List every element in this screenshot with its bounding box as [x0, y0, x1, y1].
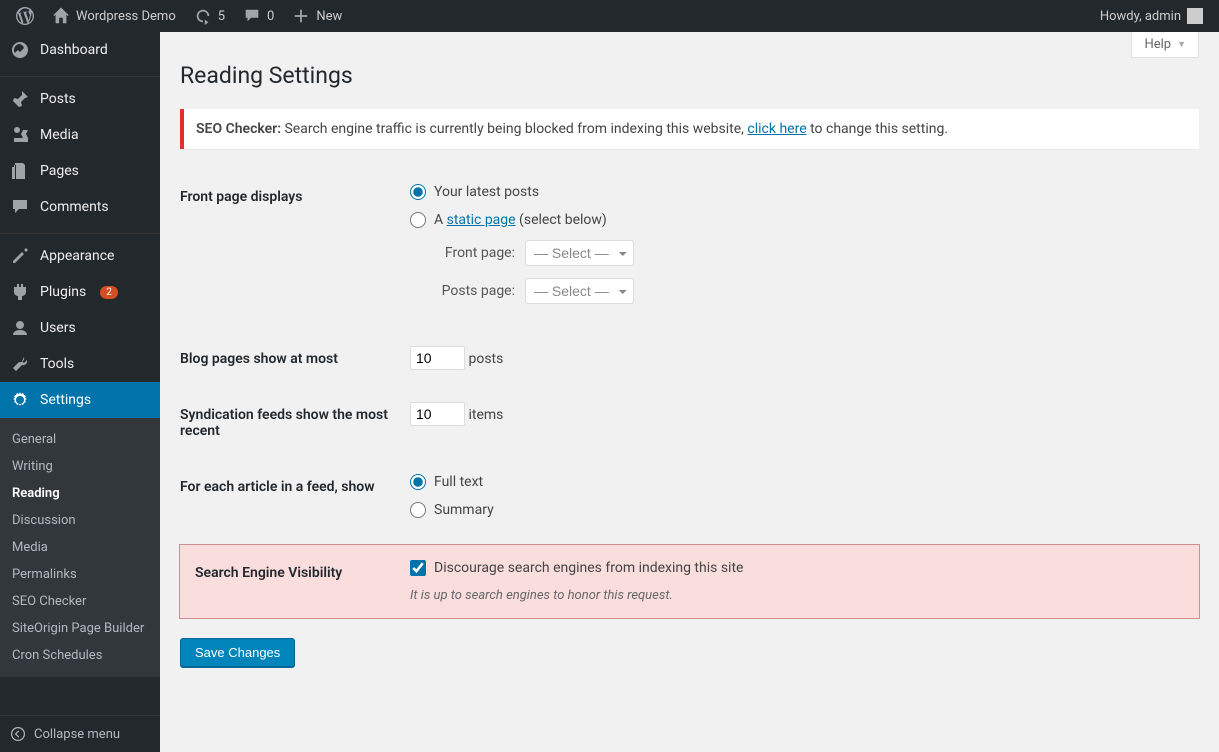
syndication-input[interactable] — [410, 402, 465, 426]
plus-icon — [292, 7, 310, 25]
pages-icon — [10, 161, 30, 181]
save-button[interactable]: Save Changes — [180, 638, 295, 667]
settings-submenu: General Writing Reading Discussion Media… — [0, 418, 160, 677]
settings-icon — [10, 390, 30, 410]
submenu-cron[interactable]: Cron Schedules — [0, 642, 160, 669]
syndication-label: Syndication feeds show the most recent — [180, 387, 400, 459]
submenu-general[interactable]: General — [0, 426, 160, 453]
dashboard-icon — [10, 40, 30, 60]
menu-tools[interactable]: Tools — [0, 346, 160, 382]
front-page-select-label: Front page: — [430, 245, 515, 261]
help-tab[interactable]: Help▼ — [1131, 32, 1199, 58]
submenu-permalinks[interactable]: Permalinks — [0, 561, 160, 588]
menu-media[interactable]: Media — [0, 117, 160, 153]
home-icon — [52, 7, 70, 25]
feed-article-label: For each article in a feed, show — [180, 459, 400, 545]
submenu-reading[interactable]: Reading — [0, 480, 160, 507]
plugins-badge: 2 — [100, 286, 118, 299]
blog-pages-input[interactable] — [410, 346, 465, 370]
menu-dashboard[interactable]: Dashboard — [0, 32, 160, 68]
pin-icon — [10, 89, 30, 109]
content-area: Help▼ Reading Settings SEO Checker: Sear… — [160, 32, 1219, 752]
settings-form: Front page displays Your latest posts A … — [180, 169, 1199, 618]
checkbox-discourage[interactable] — [410, 560, 426, 576]
account-link[interactable]: Howdy, admin — [1092, 0, 1211, 32]
notice-link[interactable]: click here — [747, 121, 806, 137]
blog-pages-label: Blog pages show at most — [180, 331, 400, 387]
menu-plugins[interactable]: Plugins 2 — [0, 274, 160, 310]
menu-appearance[interactable]: Appearance — [0, 238, 160, 274]
discourage-description: It is up to search engines to honor this… — [410, 588, 1189, 603]
page-title: Reading Settings — [180, 42, 1199, 104]
radio-static-page[interactable] — [410, 212, 426, 228]
radio-full-text[interactable] — [410, 474, 426, 490]
menu-settings[interactable]: Settings — [0, 382, 160, 418]
menu-comments[interactable]: Comments — [0, 189, 160, 225]
wp-logo[interactable] — [8, 0, 42, 32]
updates-count: 5 — [218, 9, 225, 24]
comments-count: 0 — [267, 9, 274, 24]
submenu-siteorigin[interactable]: SiteOrigin Page Builder — [0, 615, 160, 642]
plugin-icon — [10, 282, 30, 302]
submenu-discussion[interactable]: Discussion — [0, 507, 160, 534]
updates-link[interactable]: 5 — [186, 0, 233, 32]
submenu-seo-checker[interactable]: SEO Checker — [0, 588, 160, 615]
comment-icon — [10, 197, 30, 217]
radio-latest-posts[interactable] — [410, 184, 426, 200]
front-page-select[interactable]: — Select — — [525, 240, 634, 266]
menu-pages[interactable]: Pages — [0, 153, 160, 189]
comments-link[interactable]: 0 — [235, 0, 282, 32]
submenu-writing[interactable]: Writing — [0, 453, 160, 480]
collapse-icon — [10, 726, 26, 742]
menu-users[interactable]: Users — [0, 310, 160, 346]
new-content-link[interactable]: New — [284, 0, 350, 32]
front-page-displays-label: Front page displays — [180, 169, 400, 331]
posts-page-select-label: Posts page: — [430, 283, 515, 299]
submenu-media[interactable]: Media — [0, 534, 160, 561]
admin-sidebar: Dashboard Posts Media Pages Comments App… — [0, 32, 160, 752]
tools-icon — [10, 354, 30, 374]
appearance-icon — [10, 246, 30, 266]
collapse-menu[interactable]: Collapse menu — [0, 715, 160, 752]
howdy-text: Howdy, admin — [1100, 9, 1181, 24]
updates-icon — [194, 7, 212, 25]
wordpress-icon — [16, 7, 34, 25]
new-label: New — [316, 9, 342, 24]
notice-prefix: SEO Checker: — [196, 121, 281, 137]
admin-bar: Wordpress Demo 5 0 New Howdy, admin — [0, 0, 1219, 32]
site-name-link[interactable]: Wordpress Demo — [44, 0, 184, 32]
users-icon — [10, 318, 30, 338]
posts-page-select[interactable]: — Select — — [525, 278, 634, 304]
comments-icon — [243, 7, 261, 25]
avatar — [1187, 8, 1203, 24]
static-page-link[interactable]: static page — [447, 212, 516, 228]
chevron-down-icon: ▼ — [1177, 39, 1186, 50]
radio-summary[interactable] — [410, 502, 426, 518]
site-name: Wordpress Demo — [76, 9, 176, 24]
search-visibility-row: Search Engine Visibility Discourage sear… — [180, 545, 1199, 618]
menu-posts[interactable]: Posts — [0, 81, 160, 117]
seo-notice: SEO Checker: Search engine traffic is cu… — [180, 109, 1199, 149]
search-visibility-label: Search Engine Visibility — [180, 545, 400, 618]
media-icon — [10, 125, 30, 145]
